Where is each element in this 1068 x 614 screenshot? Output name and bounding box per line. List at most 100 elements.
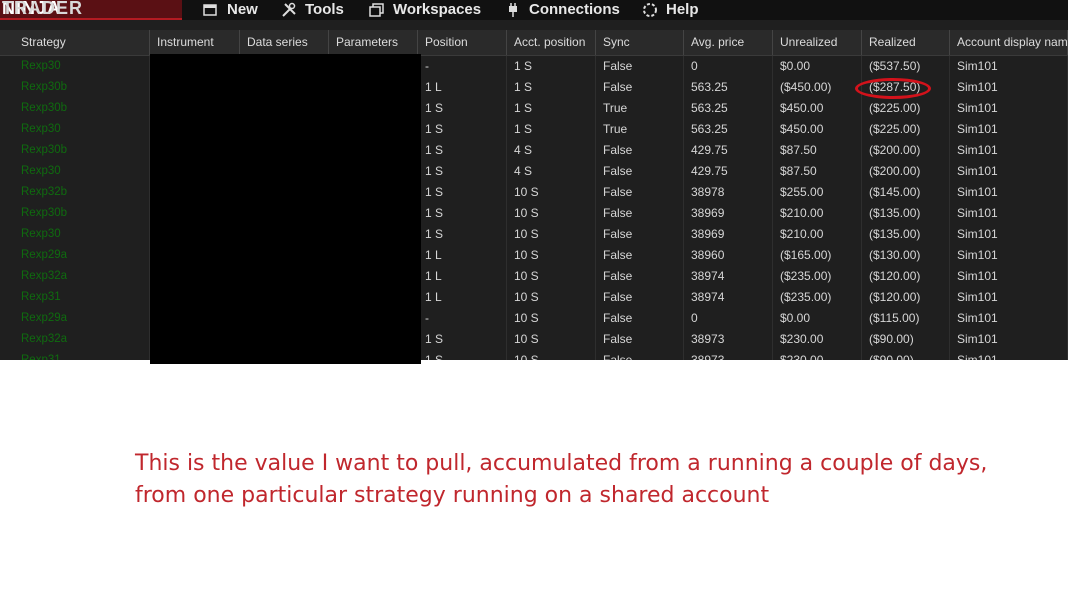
cell-strategy: Rexp32a (0, 266, 150, 287)
cell-unrealized: $255.00 (773, 182, 862, 203)
cell-strategy: Rexp32b (0, 182, 150, 203)
menu-tools[interactable]: Tools (281, 0, 344, 20)
cell-strategy: Rexp30b (0, 203, 150, 224)
cell-position: 1 S (418, 119, 507, 140)
cell-avg-price: 38960 (684, 245, 773, 266)
cell-strategy: Rexp30 (0, 56, 150, 77)
column-header-sync[interactable]: Sync (596, 30, 684, 55)
column-header-unrealized[interactable]: Unrealized (773, 30, 862, 55)
cell-avg-price: 38974 (684, 266, 773, 287)
cell-sync: False (596, 266, 684, 287)
cell-realized: ($120.00) (862, 266, 950, 287)
cell-account: Sim101 (950, 98, 1068, 119)
cell-avg-price: 0 (684, 56, 773, 77)
column-header-parameters[interactable]: Parameters (329, 30, 418, 55)
cell-realized: ($145.00) (862, 182, 950, 203)
cell-acct-position: 1 S (507, 56, 596, 77)
cell-unrealized: ($235.00) (773, 266, 862, 287)
cell-unrealized: $230.00 (773, 329, 862, 350)
cell-avg-price: 563.25 (684, 77, 773, 98)
column-header-instrument[interactable]: Instrument (150, 30, 240, 55)
cell-unrealized: $450.00 (773, 119, 862, 140)
cell-avg-price: 563.25 (684, 119, 773, 140)
cell-acct-position: 10 S (507, 182, 596, 203)
logo-text-trader: TRADER (2, 0, 83, 18)
menu-help[interactable]: Help (642, 0, 699, 20)
column-header-strategy[interactable]: Strategy (0, 30, 150, 55)
cell-account: Sim101 (950, 203, 1068, 224)
cell-unrealized: $210.00 (773, 224, 862, 245)
cell-sync: False (596, 224, 684, 245)
cell-sync: False (596, 77, 684, 98)
cell-position: 1 L (418, 77, 507, 98)
menu-tools-label: Tools (305, 1, 344, 18)
cell-account: Sim101 (950, 287, 1068, 308)
cell-position: 1 S (418, 140, 507, 161)
column-header-acct-position[interactable]: Acct. position (507, 30, 596, 55)
cell-realized: ($135.00) (862, 224, 950, 245)
cell-realized: ($225.00) (862, 119, 950, 140)
column-header-account[interactable]: Account display nam (950, 30, 1068, 55)
cell-unrealized: $0.00 (773, 56, 862, 77)
annotation-line-2: from one particular strategy running on … (135, 483, 770, 508)
cell-realized: ($200.00) (862, 161, 950, 182)
cell-account: Sim101 (950, 119, 1068, 140)
column-header-data-series[interactable]: Data series (240, 30, 329, 55)
cell-position: 1 S (418, 98, 507, 119)
cell-position: - (418, 308, 507, 329)
cell-strategy: Rexp32a (0, 329, 150, 350)
cell-avg-price: 38973 (684, 329, 773, 350)
plug-icon (509, 3, 517, 17)
workspaces-icon (369, 3, 384, 17)
cell-position: 1 L (418, 287, 507, 308)
cell-strategy: Rexp30b (0, 98, 150, 119)
column-header-avg-price[interactable]: Avg. price (684, 30, 773, 55)
cell-unrealized: $87.50 (773, 161, 862, 182)
menu-workspaces[interactable]: Workspaces (369, 0, 481, 20)
cell-avg-price: 0 (684, 308, 773, 329)
cell-acct-position: 1 S (507, 98, 596, 119)
cell-account: Sim101 (950, 56, 1068, 77)
cell-sync: False (596, 182, 684, 203)
cell-avg-price: 429.75 (684, 140, 773, 161)
cell-acct-position: 10 S (507, 245, 596, 266)
cell-sync: False (596, 245, 684, 266)
column-header-position[interactable]: Position (418, 30, 507, 55)
annotation-note: This is the value I want to pull, accumu… (135, 448, 1035, 512)
cell-strategy: Rexp30b (0, 140, 150, 161)
cell-unrealized: ($235.00) (773, 287, 862, 308)
cell-unrealized: $450.00 (773, 98, 862, 119)
cell-acct-position: 1 S (507, 77, 596, 98)
help-icon (643, 3, 657, 17)
menu-connections-label: Connections (529, 1, 620, 18)
menu-bar: NINJA TRADER New Tools Workspaces Connect… (0, 0, 1068, 20)
menu-workspaces-label: Workspaces (393, 1, 482, 18)
cell-avg-price: 563.25 (684, 98, 773, 119)
cell-avg-price: 429.75 (684, 161, 773, 182)
cell-strategy: Rexp30b (0, 77, 150, 98)
cell-sync: False (596, 161, 684, 182)
cell-avg-price: 38974 (684, 287, 773, 308)
cell-acct-position: 10 S (507, 266, 596, 287)
column-header-realized[interactable]: Realized (862, 30, 950, 55)
menu-help-label: Help (666, 1, 699, 18)
cell-realized: ($225.00) (862, 98, 950, 119)
menu-new[interactable]: New (203, 0, 258, 20)
cell-acct-position: 4 S (507, 161, 596, 182)
cell-unrealized: $230.00 (773, 350, 862, 360)
grid-header: Strategy Instrument Data series Parameters P… (0, 30, 1068, 56)
cell-strategy: Rexp29a (0, 245, 150, 266)
cell-position: 1 S (418, 224, 507, 245)
cell-unrealized: $0.00 (773, 308, 862, 329)
cell-account: Sim101 (950, 308, 1068, 329)
menu-connections[interactable]: Connections (505, 0, 620, 20)
cell-realized: ($115.00) (862, 308, 950, 329)
cell-avg-price: 38969 (684, 224, 773, 245)
cell-position: 1 S (418, 203, 507, 224)
cell-acct-position: 4 S (507, 140, 596, 161)
cell-account: Sim101 (950, 224, 1068, 245)
cell-realized: ($120.00) (862, 287, 950, 308)
cell-sync: False (596, 350, 684, 360)
cell-strategy: Rexp30 (0, 161, 150, 182)
cell-realized: ($200.00) (862, 140, 950, 161)
